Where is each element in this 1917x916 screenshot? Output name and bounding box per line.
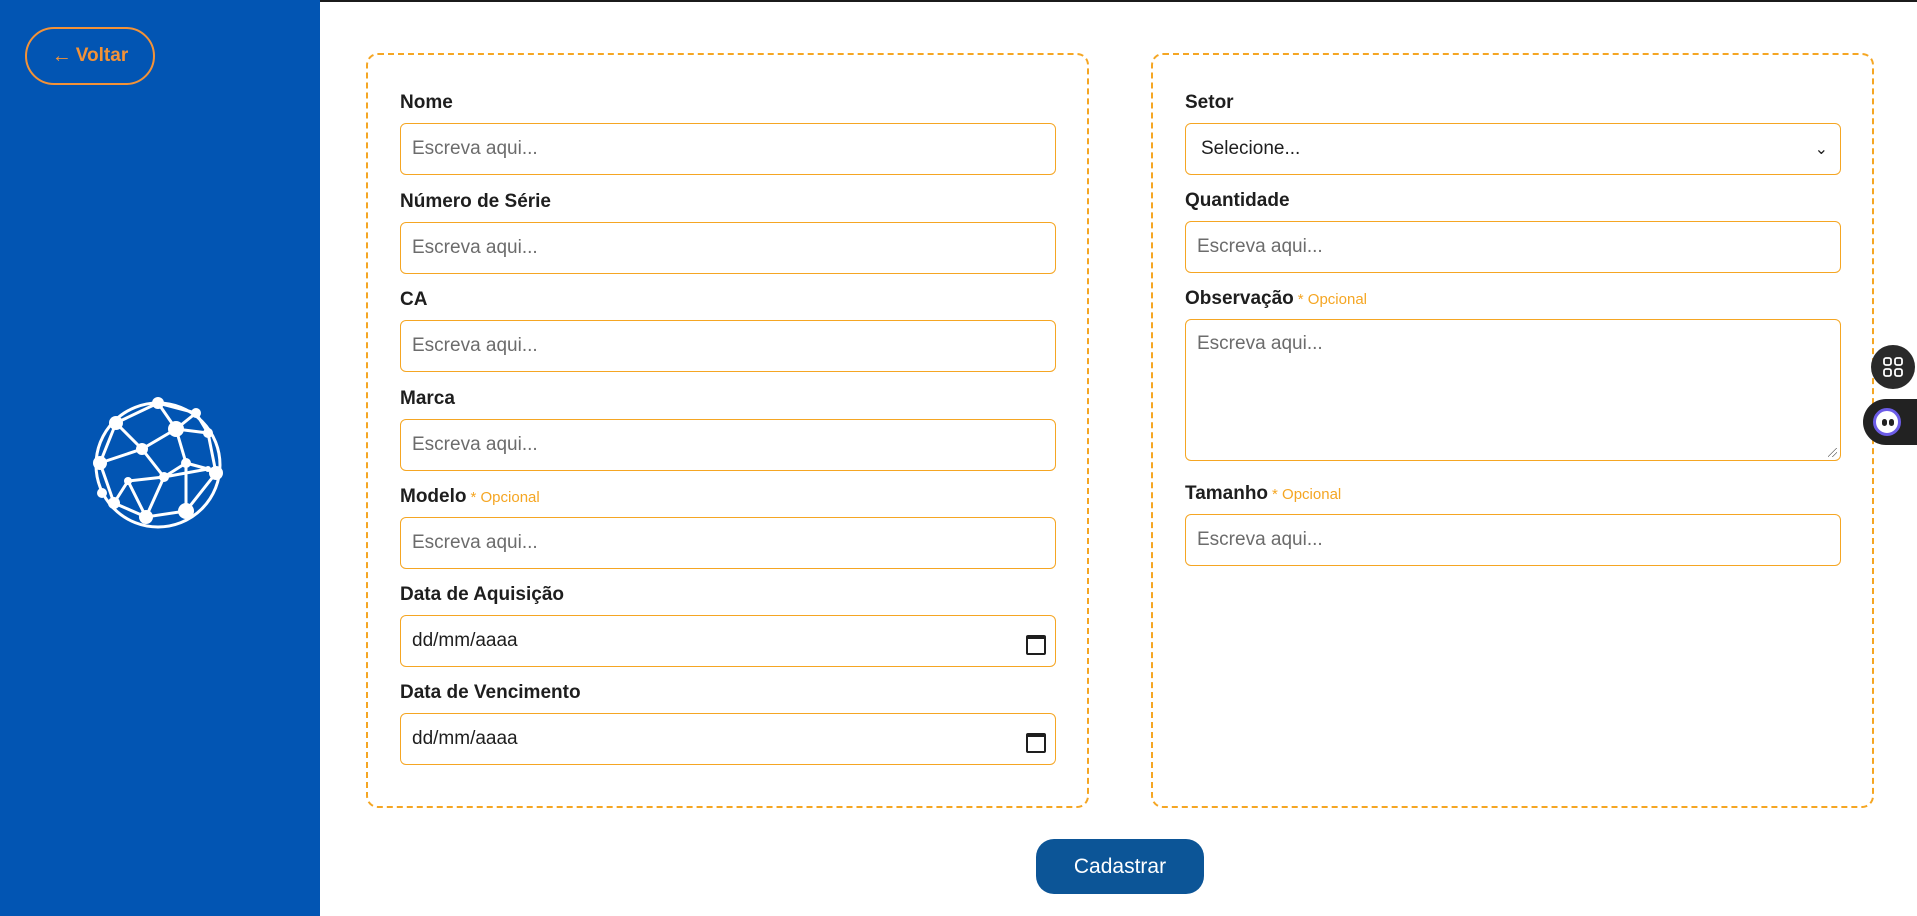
form-panel-left: Nome Escreva aqui... Número de Série Esc…	[366, 53, 1089, 808]
data-vencimento-label: Data de Vencimento	[400, 682, 581, 703]
data-aquisicao-label: Data de Aquisição	[400, 584, 565, 605]
observacao-label: Observação	[1185, 288, 1294, 309]
marca-label: Marca	[400, 388, 455, 409]
back-button[interactable]: ← Voltar	[25, 27, 155, 85]
form-panel-right: Setor Selecione... ⌄ Quantidade Escreva …	[1151, 53, 1874, 808]
numero-serie-input[interactable]: Escreva aqui...	[400, 222, 1056, 274]
numero-serie-label: Número de Série	[400, 191, 551, 212]
quantidade-input[interactable]: Escreva aqui...	[1185, 221, 1841, 273]
bot-icon	[1873, 408, 1901, 436]
resize-grip-icon[interactable]	[1828, 448, 1837, 457]
setor-label: Setor	[1185, 92, 1234, 113]
observacao-placeholder: Escreva aqui...	[1197, 333, 1323, 354]
tamanho-label: Tamanho	[1185, 483, 1269, 504]
ca-input[interactable]: Escreva aqui...	[400, 320, 1056, 372]
calendar-icon[interactable]	[1025, 730, 1046, 753]
observacao-textarea[interactable]: Escreva aqui...	[1185, 319, 1841, 461]
observacao-label-row: Observação * Opcional	[1185, 288, 1367, 310]
assistant-bot-button[interactable]	[1863, 399, 1917, 445]
cadastrar-button[interactable]: Cadastrar	[1036, 839, 1204, 894]
apps-grid-icon[interactable]	[1871, 345, 1915, 389]
calendar-icon[interactable]	[1025, 632, 1046, 655]
setor-select[interactable]: Selecione... ⌄	[1185, 123, 1841, 175]
network-globe-icon	[93, 397, 223, 529]
nome-label: Nome	[400, 92, 453, 113]
setor-selected-value: Selecione...	[1201, 138, 1301, 159]
tamanho-input[interactable]: Escreva aqui...	[1185, 514, 1841, 566]
marca-input[interactable]: Escreva aqui...	[400, 419, 1056, 471]
ca-label: CA	[400, 289, 428, 310]
modelo-label-row: Modelo * Opcional	[400, 486, 540, 508]
sidebar: ← Voltar	[0, 0, 320, 916]
nome-input[interactable]: Escreva aqui...	[400, 123, 1056, 175]
optional-tag: * Opcional	[1272, 486, 1342, 503]
optional-tag: * Opcional	[1297, 291, 1368, 308]
data-vencimento-value: dd/mm/aaaa	[412, 728, 518, 749]
modelo-input[interactable]: Escreva aqui...	[400, 517, 1056, 569]
arrow-left-icon: ←	[51, 44, 72, 67]
quantidade-label: Quantidade	[1185, 190, 1290, 211]
data-aquisicao-value: dd/mm/aaaa	[412, 630, 518, 651]
back-button-label: Voltar	[75, 45, 129, 66]
data-vencimento-input[interactable]: dd/mm/aaaa	[400, 713, 1056, 765]
optional-tag: * Opcional	[470, 489, 540, 506]
data-aquisicao-input[interactable]: dd/mm/aaaa	[400, 615, 1056, 667]
chevron-down-icon: ⌄	[1814, 141, 1828, 158]
tamanho-label-row: Tamanho * Opcional	[1185, 483, 1341, 505]
modelo-label: Modelo	[400, 486, 467, 507]
